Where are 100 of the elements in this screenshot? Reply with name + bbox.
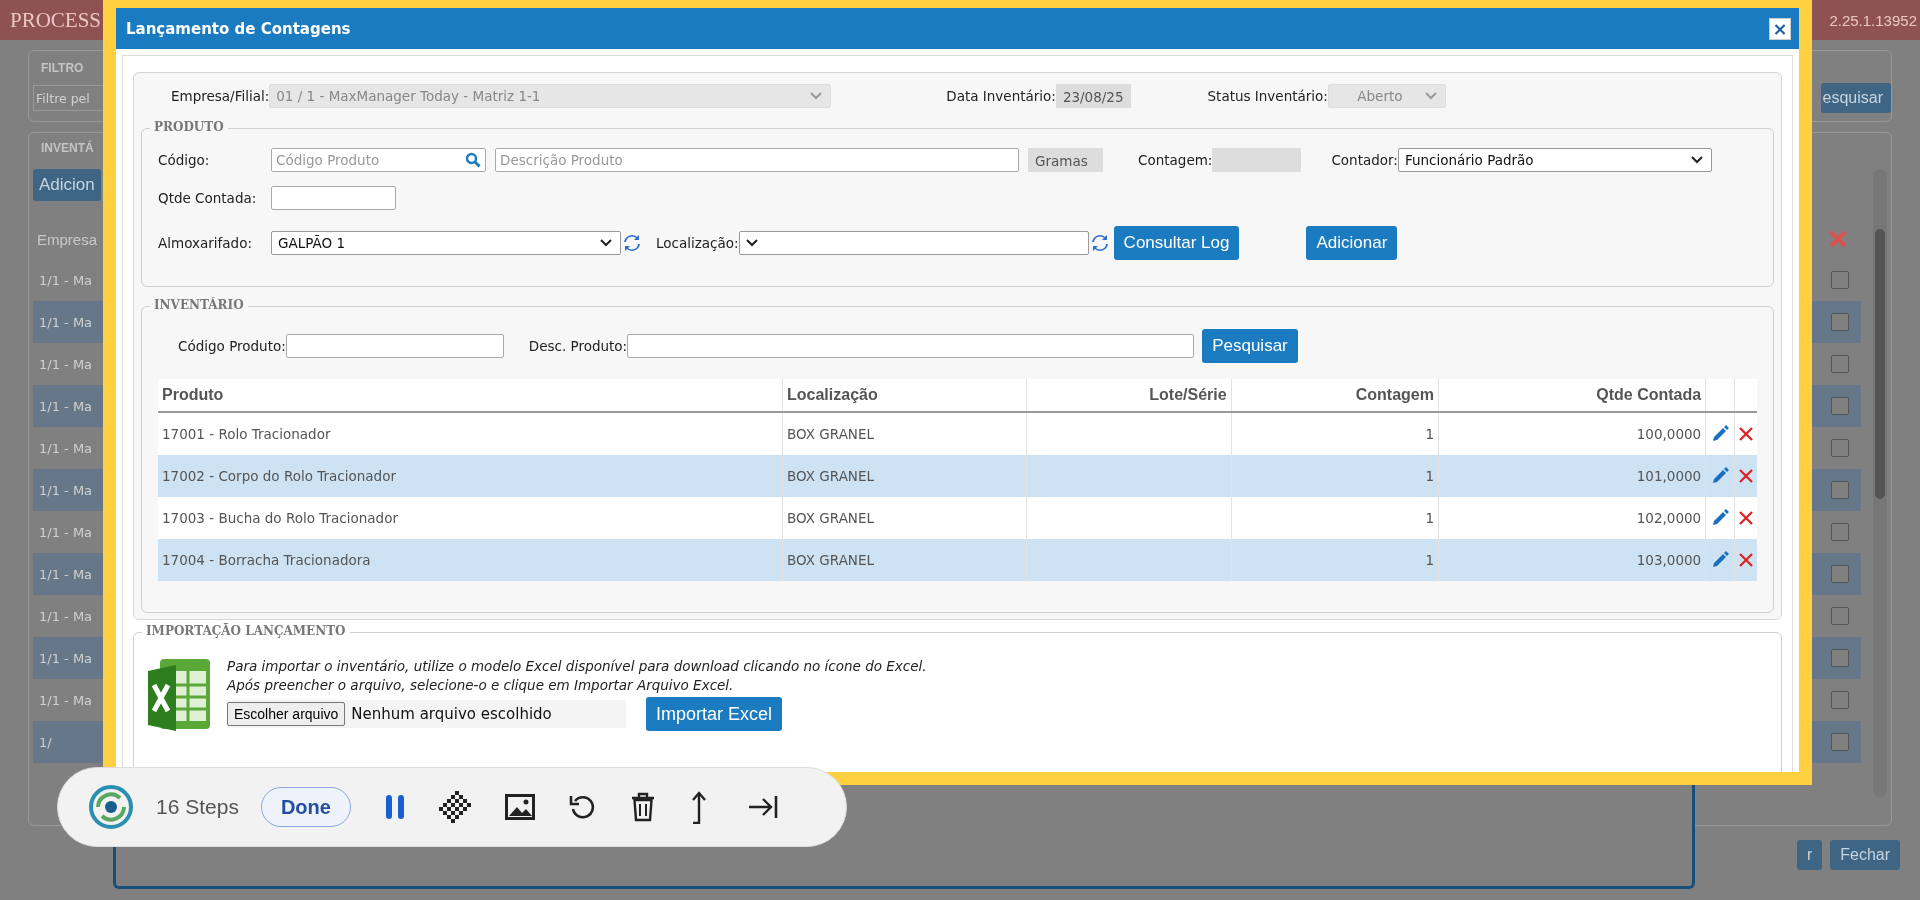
delete-icon (1739, 427, 1754, 441)
delete-icon (1829, 230, 1847, 248)
add-button[interactable]: Adicion (33, 169, 101, 201)
search-button[interactable]: esquisar (1820, 83, 1891, 113)
import-button[interactable]: Importar Excel (646, 697, 783, 731)
logo-icon (88, 784, 134, 830)
field-label: Almoxarifado: (158, 235, 253, 251)
spreadsheet-icon (146, 657, 213, 733)
scroll-thumb[interactable] (1875, 229, 1885, 499)
add-button[interactable]: Adicionar (1306, 226, 1398, 260)
caret-icon (600, 239, 612, 247)
section-legend: INVENTÁ (41, 141, 94, 155)
consult-log-button[interactable]: Consultar Log (1113, 226, 1240, 260)
row-checkbox[interactable] (1831, 607, 1849, 625)
choose-file-button[interactable]: Escolher arquivo (227, 702, 346, 726)
instruction-text: Para importar o inventário, utilize o modelo Excel disponível para download clicando no ícone do Excel. (227, 657, 927, 676)
description-field[interactable]: Descrição Produto (495, 148, 1019, 172)
product-code-field[interactable]: Código Produto (271, 148, 486, 172)
row-checkbox[interactable] (1831, 439, 1849, 457)
pencil-icon (1711, 509, 1730, 527)
search-button[interactable]: Pesquisar (1202, 329, 1298, 363)
table-cell: 1/1 - Ma (39, 482, 93, 498)
table-cell: 1/1 - Ma (39, 314, 93, 330)
pencil-icon (1711, 467, 1730, 485)
blur-icon (438, 791, 471, 823)
row-checkbox[interactable] (1831, 691, 1849, 709)
field-label: Localização: (656, 235, 739, 251)
caret-icon (1424, 92, 1437, 100)
section-legend: PRODUTO (150, 120, 228, 134)
footer-button[interactable]: Fechar (1830, 840, 1900, 870)
table-cell: 1 (1231, 455, 1439, 497)
row-checkbox[interactable] (1831, 355, 1849, 373)
caret-icon (810, 92, 823, 100)
table-cell: 17004 - Borracha Tracionadora (158, 539, 783, 581)
table-cell: 1/1 - Ma (39, 398, 93, 414)
column-header: Empresa (37, 230, 98, 248)
field-label: Empresa/Filial: (171, 88, 270, 104)
table-cell: BOX GRANEL (783, 455, 1028, 497)
table-cell: 1/1 - Ma (39, 608, 93, 624)
counter-select[interactable]: Funcionário Padrão (1397, 148, 1712, 172)
product-code-field[interactable] (285, 334, 504, 358)
file-status-text: Nenhum arquivo escolhido (351, 705, 552, 723)
pause-icon (384, 794, 405, 820)
search-icon (465, 152, 481, 168)
close-button[interactable]: × (1769, 17, 1791, 40)
table-cell: 17002 - Corpo do Rolo Tracionador (158, 455, 783, 497)
refresh-icon (624, 233, 640, 253)
field-label: Data Inventário: (946, 88, 1056, 104)
field-label: Status Inventário: (1207, 88, 1328, 104)
image-icon (504, 794, 535, 820)
table-cell: 1/1 - Ma (39, 566, 93, 582)
column-header: Lote/Série (1027, 379, 1232, 411)
field-label: Desc. Produto: (528, 338, 628, 354)
description-field[interactable] (627, 334, 1195, 358)
column-header: Localização (783, 379, 1028, 411)
section-legend: FILTRO (41, 61, 84, 75)
refresh-icon (1091, 233, 1108, 253)
field-label: Código Produto: (178, 338, 286, 354)
page-title: PROCESS (10, 7, 102, 33)
instruction-text: Após preencher o arquivo, selecione-o e clique em Importar Arquivo Excel. (227, 676, 735, 695)
column-header: Produto (158, 379, 783, 411)
section-legend: INVENTÁRIO (150, 298, 248, 312)
version-text: 2.25.1.13952 (1829, 11, 1917, 29)
row-checkbox[interactable] (1831, 523, 1849, 541)
table-cell: 1/1 - Ma (39, 272, 93, 288)
table-cell: 101,0000 (1439, 455, 1707, 497)
dialog-title: Lançamento de Contagens (126, 19, 351, 38)
trash-icon (630, 792, 655, 822)
row-checkbox[interactable] (1831, 397, 1849, 415)
scrollbar[interactable] (1873, 169, 1887, 797)
delete-icon (1739, 511, 1754, 525)
table-cell: 1/ (39, 734, 52, 750)
location-select[interactable] (738, 231, 1089, 255)
row-checkbox[interactable] (1831, 565, 1849, 583)
row-checkbox[interactable] (1831, 649, 1849, 667)
delete-icon (1739, 553, 1754, 567)
column-header: Contagem (1231, 379, 1439, 411)
warehouse-select[interactable]: GALPÃO 1 (271, 231, 621, 255)
field-label: Contador: (1331, 152, 1398, 168)
steps-count: 16 Steps (156, 795, 239, 819)
field-label: Qtde Contada: (158, 190, 258, 206)
table-cell: 1/1 - Ma (39, 440, 93, 456)
delete-icon (1739, 469, 1754, 483)
pencil-icon (1711, 551, 1730, 569)
row-checkbox[interactable] (1831, 733, 1849, 751)
row-checkbox[interactable] (1831, 313, 1849, 331)
row-checkbox[interactable] (1831, 271, 1849, 289)
file-field[interactable]: Escolher arquivo Nenhum arquivo escolhido (227, 700, 626, 728)
section-legend: IMPORTAÇÃO LANÇAMENTO (142, 624, 350, 638)
column-header: Qtde Contada (1439, 379, 1707, 411)
done-button[interactable]: Done (260, 787, 351, 827)
footer-button[interactable]: r (1796, 840, 1823, 870)
quantity-field[interactable] (271, 186, 396, 210)
table-cell: 1/1 - Ma (39, 650, 93, 666)
field-label: Contagem: (1138, 152, 1213, 168)
table-cell: 1 (1231, 539, 1439, 581)
table-cell: 103,0000 (1439, 539, 1707, 581)
row-checkbox[interactable] (1831, 481, 1849, 499)
undo-icon (568, 793, 597, 821)
table-cell: 1/1 - Ma (39, 692, 93, 708)
